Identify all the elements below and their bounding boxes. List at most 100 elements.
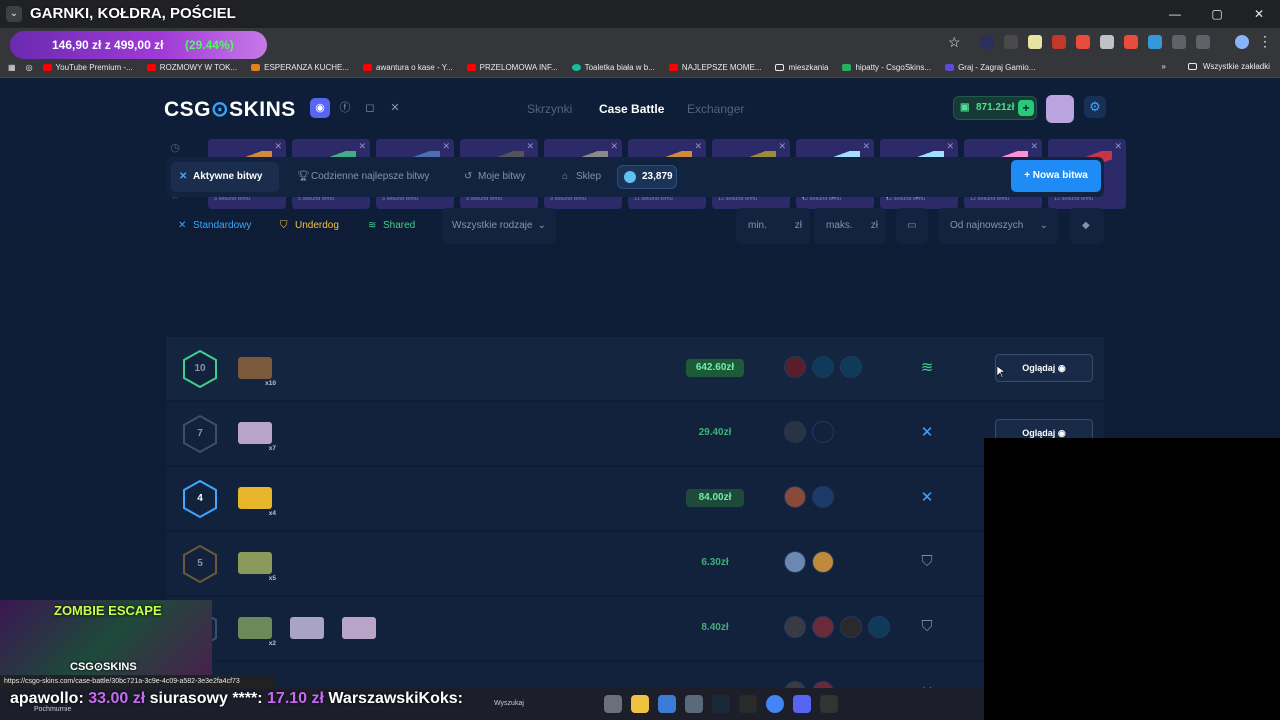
extension-icon[interactable] xyxy=(1076,35,1090,49)
battle-row[interactable]: 7 x7 29.40zł ✕ Oglądaj ◉ xyxy=(166,401,1104,465)
case-image xyxy=(338,611,380,645)
facebook-icon[interactable]: ⓕ xyxy=(335,98,355,118)
bookmark-item[interactable]: ROZMOWY W TOK... xyxy=(146,63,237,72)
tab-my-battles[interactable]: ↺ Moje bitwy xyxy=(456,162,536,192)
player-avatar[interactable] xyxy=(812,616,834,638)
gear-icon[interactable]: ⚙ xyxy=(1084,96,1106,118)
watch-button[interactable]: Oglądaj ◉ xyxy=(995,354,1093,382)
profile-avatar[interactable] xyxy=(1235,35,1249,49)
file-explorer-icon[interactable] xyxy=(631,695,649,713)
bookmark-item[interactable]: Graj - Zagraj Gamio... xyxy=(945,63,1035,72)
bookmark-item[interactable]: mieszkania xyxy=(775,63,828,72)
battle-price: 8.40zł xyxy=(701,622,729,633)
goal-banner: 146,90 zł z 499,00 zł (29.44%) xyxy=(10,31,267,59)
player-avatar[interactable] xyxy=(784,616,806,638)
weapon-type-icon: ✕ xyxy=(694,141,702,151)
maximize-button[interactable]: ▢ xyxy=(1196,0,1238,28)
mode-underdog[interactable]: ⛉ Underdog xyxy=(273,208,351,244)
apps-grid-icon[interactable]: ▦ xyxy=(8,63,16,72)
player-avatar[interactable] xyxy=(840,616,862,638)
mode-standard[interactable]: ✕ Standardowy xyxy=(171,208,269,244)
mode-shared[interactable]: ≋ Shared xyxy=(361,208,427,244)
folder-icon xyxy=(1187,63,1197,70)
calendar-icon[interactable]: ▭ xyxy=(896,208,928,244)
player-avatar[interactable] xyxy=(812,356,834,378)
type-select[interactable]: Wszystkie rodzaje ⌄ xyxy=(442,208,556,244)
globe-icon[interactable]: ◎ xyxy=(26,63,33,72)
deposit-plus-button[interactable]: + xyxy=(1018,100,1034,116)
app-icon[interactable] xyxy=(739,695,757,713)
bookmark-label: mieszkania xyxy=(788,63,829,72)
bookmark-item[interactable]: ESPERANZA KUCHE... xyxy=(251,63,349,72)
clear-filters-icon[interactable]: ◆ xyxy=(1070,208,1104,244)
taskbar-search[interactable]: Wyszukaj xyxy=(494,700,524,707)
nav-skrzynki[interactable]: Skrzynki xyxy=(527,102,572,116)
media-icon[interactable] xyxy=(1196,35,1210,49)
bookmark-item[interactable]: Toaletka biała w b... xyxy=(571,63,655,72)
bookmark-item[interactable]: PRZELOMOWA INF... xyxy=(466,63,558,72)
bookmark-star-icon[interactable]: ☆ xyxy=(948,34,961,51)
max-price-input[interactable]: maks. zł xyxy=(814,208,886,244)
player-avatar[interactable] xyxy=(784,486,806,508)
battle-row[interactable]: 5 x5 6.30zł ⛉ xyxy=(166,531,1104,595)
extension-icon[interactable] xyxy=(1004,35,1018,49)
nav-exchanger[interactable]: Exchanger xyxy=(687,102,744,116)
extension-icon[interactable] xyxy=(1124,35,1138,49)
case-image: x10 xyxy=(234,351,276,387)
player-avatar[interactable] xyxy=(840,356,862,378)
x-twitter-icon[interactable]: ✕ xyxy=(385,98,405,118)
player-avatar[interactable] xyxy=(868,616,890,638)
discord-icon[interactable]: ◉ xyxy=(310,98,330,118)
balance-badge[interactable]: ▣ 871.21zł + xyxy=(953,96,1037,120)
minimize-button[interactable]: — xyxy=(1154,0,1196,28)
player-avatar[interactable] xyxy=(812,551,834,573)
tab-shop[interactable]: ⌂ Sklep xyxy=(554,162,610,192)
menu-kebab-icon[interactable]: ⋮ xyxy=(1258,33,1272,50)
tab-active-battles[interactable]: ✕ Aktywne bitwy xyxy=(171,162,279,192)
case-image: x2 xyxy=(234,611,276,647)
discord-icon[interactable] xyxy=(793,695,811,713)
min-price-input[interactable]: min. zł xyxy=(736,208,810,244)
user-avatar[interactable] xyxy=(1046,95,1074,123)
bookmark-item[interactable]: NAJLEPSZE MOME... xyxy=(668,63,761,72)
extension-icon[interactable] xyxy=(1028,35,1042,49)
instagram-icon[interactable]: ◻ xyxy=(360,98,380,118)
tab-daily-best[interactable]: 🏆︎ Codzienne najlepsze bitwy xyxy=(289,162,439,192)
bookmark-item[interactable]: awantura o kase - Y... xyxy=(363,63,453,72)
nav-case-battle[interactable]: Case Battle xyxy=(599,102,664,116)
chevron-down-icon: ⌄ xyxy=(537,220,546,231)
watch-label: Oglądaj xyxy=(1022,428,1056,438)
steam-icon[interactable] xyxy=(712,695,730,713)
battle-row[interactable]: x2 8.40zł ⛉ xyxy=(166,596,1104,660)
battle-row[interactable]: 4 x4 84.00zł ✕ xyxy=(166,466,1104,530)
bookmark-item[interactable]: hipatty - CsgoSkins... xyxy=(842,63,931,72)
puzzle-icon[interactable] xyxy=(1172,35,1186,49)
player-avatar[interactable] xyxy=(784,551,806,573)
translate-icon[interactable] xyxy=(1148,35,1162,49)
battle-price: 642.60zł xyxy=(686,359,744,377)
terminal-icon[interactable] xyxy=(820,695,838,713)
new-battle-button[interactable]: + Nowa bitwa xyxy=(1011,160,1101,192)
case-box xyxy=(290,617,324,639)
bookmarks-overflow-icon[interactable]: » xyxy=(1161,62,1165,71)
close-window-button[interactable]: ✕ xyxy=(1238,0,1280,28)
tab-search-button[interactable]: ⌄ xyxy=(6,6,22,22)
sort-select[interactable]: Od najnowszych ⌄ xyxy=(938,208,1058,244)
all-bookmarks[interactable]: Wszystkie zakładki xyxy=(1203,62,1270,71)
battle-row[interactable]: 10 x10 642.60zł ≋ Oglądaj ◉ xyxy=(166,336,1104,400)
player-avatar[interactable] xyxy=(784,421,806,443)
extension-icon[interactable] xyxy=(980,35,994,49)
player-avatar[interactable] xyxy=(812,486,834,508)
bookmarks-bar: ▦ ◎ YouTube Premium -... ROZMOWY W TOK..… xyxy=(0,58,1280,78)
adblock-icon[interactable] xyxy=(1052,35,1066,49)
player-avatar[interactable] xyxy=(812,421,834,443)
task-view-icon[interactable] xyxy=(604,695,622,713)
player-avatar[interactable] xyxy=(784,356,806,378)
shield-icon[interactable] xyxy=(1100,35,1114,49)
chrome-icon[interactable] xyxy=(766,695,784,713)
store-icon[interactable] xyxy=(658,695,676,713)
settings-icon[interactable] xyxy=(685,695,703,713)
tab-label: Aktywne bitwy xyxy=(193,171,263,182)
site-logo[interactable]: CSG⊙SKINS xyxy=(164,97,296,122)
bookmark-item[interactable]: YouTube Premium -... xyxy=(42,63,133,72)
